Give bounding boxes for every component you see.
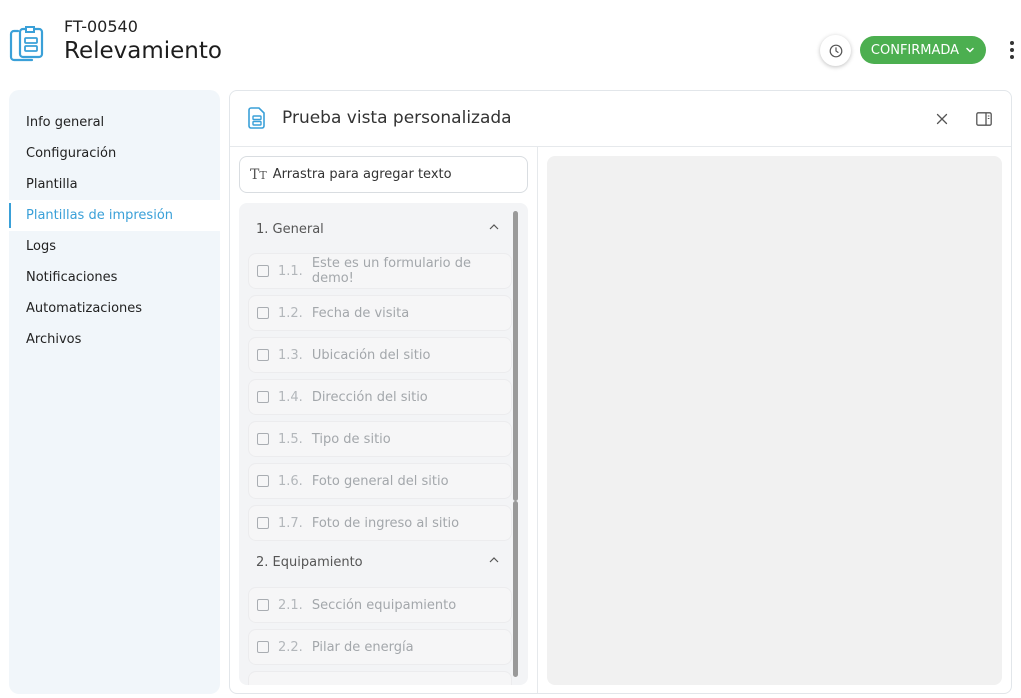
checkbox[interactable] [257,349,269,361]
list-item[interactable] [248,671,512,685]
fields-list: 1. General 1.1. Este es un formulario de … [239,203,528,685]
sidebar-item-info-general[interactable]: Info general [9,107,220,138]
panel-header: Prueba vista personalizada [230,91,1011,147]
list-item[interactable]: 1.7. Foto de ingreso al sitio [248,505,512,541]
list-item[interactable]: 2.2. Pilar de energía [248,629,512,665]
list-item[interactable]: 1.5. Tipo de sitio [248,421,512,457]
list-item[interactable]: 1.6. Foto general del sitio [248,463,512,499]
checkbox[interactable] [257,391,269,403]
page-title: Relevamiento [64,38,222,64]
sidebar-item-plantillas-impresion[interactable]: Plantillas de impresión [9,200,220,231]
add-text-label: Arrastra para agregar texto [272,167,452,182]
checkbox[interactable] [257,641,269,653]
page-header: FT-00540 Relevamiento CONFIRMADA [0,0,1021,80]
record-code: FT-00540 [64,17,138,36]
clipboard-document-icon [9,26,44,62]
checkbox[interactable] [257,599,269,611]
document-icon [248,107,265,129]
sidebar-item-notificaciones[interactable]: Notificaciones [9,262,220,293]
chevron-down-icon [966,47,974,53]
chevron-up-icon [489,557,499,563]
print-template-panel: Prueba vista personalizada TT Arrastra p… [229,90,1012,694]
close-icon [936,113,948,125]
checkbox[interactable] [257,307,269,319]
sidebar-item-automatizaciones[interactable]: Automatizaciones [9,293,220,324]
clock-icon [829,44,842,57]
status-label: CONFIRMADA [870,42,960,58]
chevron-up-icon [489,224,499,230]
list-item[interactable]: 1.4. Dirección del sitio [248,379,512,415]
add-text-draggable[interactable]: TT Arrastra para agregar texto [239,156,528,193]
sidebar-item-archivos[interactable]: Archivos [9,324,220,355]
sidebar-item-plantilla[interactable]: Plantilla [9,169,220,200]
print-preview-area[interactable] [547,156,1002,685]
toggle-side-panel-button[interactable] [974,109,994,129]
list-item[interactable]: 2.1. Sección equipamiento [248,587,512,623]
sidebar-nav: Info general Configuración Plantilla Pla… [9,90,220,694]
more-vertical-icon[interactable] [1004,38,1020,62]
fields-column: TT Arrastra para agregar texto 1. Genera… [230,147,538,693]
sidebar-item-configuracion[interactable]: Configuración [9,138,220,169]
scrollbar-track[interactable] [513,501,518,677]
close-button[interactable] [932,109,952,129]
panel-title: Prueba vista personalizada [282,108,512,128]
checkbox[interactable] [257,433,269,445]
list-item[interactable]: 1.2. Fecha de visita [248,295,512,331]
checkbox[interactable] [257,517,269,529]
section-header-general[interactable]: 1. General [248,213,510,245]
list-item[interactable]: 1.1. Este es un formulario de demo! [248,253,512,289]
side-panel-icon [976,112,992,126]
history-button[interactable] [820,35,851,66]
section-header-equipamiento[interactable]: 2. Equipamiento [248,546,510,578]
checkbox[interactable] [257,475,269,487]
checkbox[interactable] [257,265,269,277]
sidebar-item-logs[interactable]: Logs [9,231,220,262]
text-type-icon: TT [250,166,267,183]
scrollbar-thumb[interactable] [513,211,518,501]
status-dropdown-button[interactable]: CONFIRMADA [860,36,986,64]
list-item[interactable]: 1.3. Ubicación del sitio [248,337,512,373]
